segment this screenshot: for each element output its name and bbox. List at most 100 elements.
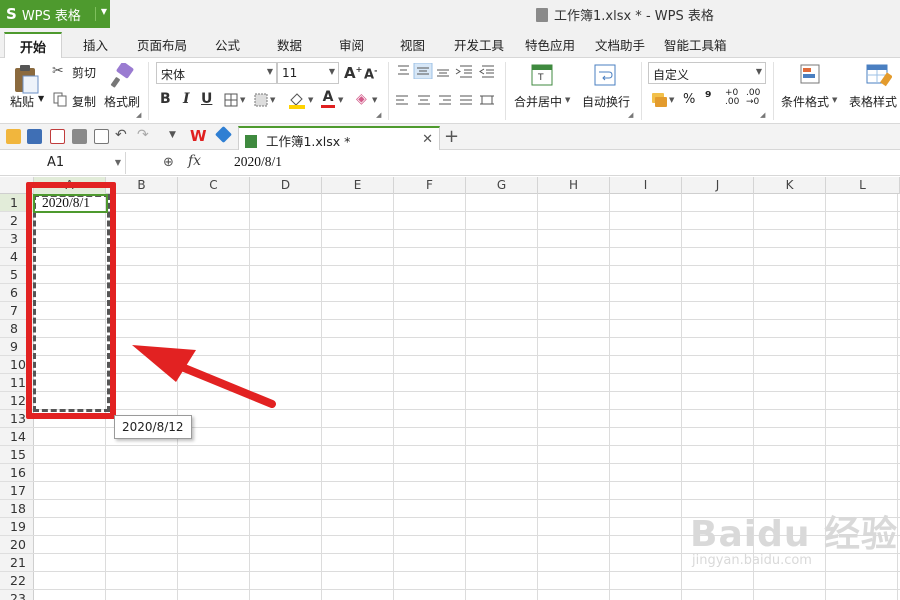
column-header-c[interactable]: C	[178, 177, 250, 194]
paste-label[interactable]: 粘贴	[10, 93, 34, 110]
conditional-format-button[interactable]: 条件格式	[781, 93, 829, 110]
tab-smart-toolbox[interactable]: 智能工具箱	[664, 35, 727, 54]
row-header[interactable]: 21	[0, 554, 34, 572]
column-header-l[interactable]: L	[826, 177, 900, 194]
merge-center-icon[interactable]: T	[531, 64, 553, 86]
conditional-format-icon[interactable]	[799, 63, 823, 87]
dialog-launcher-icon[interactable]: ◢	[628, 111, 633, 119]
row-header[interactable]: 14	[0, 428, 34, 446]
fill-color-icon[interactable]	[288, 91, 306, 109]
new-tab-button[interactable]: +	[444, 126, 459, 147]
format-painter-icon[interactable]	[110, 63, 134, 89]
chevron-down-icon[interactable]: ▼	[372, 96, 377, 104]
row-header[interactable]: 19	[0, 518, 34, 536]
app-menu-button[interactable]: S WPS 表格 ▼	[0, 0, 110, 28]
row-header[interactable]: 20	[0, 536, 34, 554]
column-header-i[interactable]: I	[610, 177, 682, 194]
copy-button[interactable]: 复制	[72, 93, 96, 110]
tab-doc-assistant[interactable]: 文档助手	[595, 35, 645, 54]
copy-icon[interactable]	[53, 92, 67, 107]
increase-font-size-icon[interactable]: A+	[344, 64, 362, 82]
row-header[interactable]: 15	[0, 446, 34, 464]
fill-pattern-icon[interactable]	[254, 93, 268, 107]
export-pdf-icon[interactable]	[50, 129, 65, 144]
row-header[interactable]: 22	[0, 572, 34, 590]
wrap-text-icon[interactable]	[594, 64, 616, 86]
cloud-cube-icon[interactable]	[215, 126, 232, 143]
increase-decimal-icon[interactable]: +0.00	[725, 89, 739, 107]
document-tab[interactable]: 工作簿1.xlsx * ✕	[238, 126, 440, 150]
tab-view[interactable]: 视图	[400, 35, 425, 54]
wps-w-icon[interactable]: W	[190, 127, 207, 145]
format-painter-button[interactable]: 格式刷	[104, 93, 140, 110]
dialog-launcher-icon[interactable]: ◢	[376, 111, 381, 119]
decrease-decimal-icon[interactable]: .00 →0	[746, 89, 760, 107]
paste-icon[interactable]	[12, 64, 40, 94]
italic-button[interactable]: I	[183, 91, 190, 107]
merge-center-button[interactable]: 合并居中	[514, 93, 562, 110]
borders-icon[interactable]	[224, 93, 238, 107]
scissors-icon[interactable]: ✂	[52, 63, 64, 79]
number-format-select[interactable]: 自定义 ▼	[648, 62, 766, 84]
currency-format-icon[interactable]	[650, 92, 668, 108]
font-name-select[interactable]: 宋体 ▼	[156, 62, 277, 84]
tab-home[interactable]: 开始	[4, 32, 62, 59]
undo-icon[interactable]: ↶	[115, 127, 130, 143]
column-header-g[interactable]: G	[466, 177, 538, 194]
cut-button[interactable]: 剪切	[72, 64, 96, 81]
table-style-button[interactable]: 表格样式	[849, 93, 897, 110]
column-header-k[interactable]: K	[754, 177, 826, 194]
column-header-f[interactable]: F	[394, 177, 466, 194]
thousands-separator-button[interactable]: ⁹	[705, 88, 712, 106]
chevron-down-icon[interactable]: ▼	[308, 96, 313, 104]
zoom-icon[interactable]: ⊕	[163, 155, 174, 170]
font-size-select[interactable]: 11 ▼	[277, 62, 339, 84]
chevron-down-icon[interactable]: ▼	[669, 96, 674, 104]
dialog-launcher-icon[interactable]: ◢	[760, 111, 765, 119]
chevron-down-icon[interactable]: ▼	[38, 94, 44, 103]
dialog-launcher-icon[interactable]: ◢	[136, 111, 141, 119]
chevron-down-icon[interactable]: ▼	[169, 130, 184, 145]
save-icon[interactable]	[27, 129, 42, 144]
percent-format-button[interactable]: %	[683, 92, 695, 107]
column-header-h[interactable]: H	[538, 177, 610, 194]
column-header-b[interactable]: B	[106, 177, 178, 194]
clear-format-icon[interactable]: ◈	[356, 91, 367, 107]
chevron-down-icon[interactable]: ▼	[565, 96, 570, 104]
row-header[interactable]: 23	[0, 590, 34, 600]
chevron-down-icon[interactable]: ▼	[240, 96, 245, 104]
table-style-icon[interactable]	[866, 63, 892, 87]
chevron-down-icon[interactable]: ▼	[270, 96, 275, 104]
underline-button[interactable]: U	[201, 91, 212, 107]
open-folder-icon[interactable]	[6, 129, 21, 144]
horizontal-alignment-icons[interactable]	[394, 94, 502, 108]
tab-developer[interactable]: 开发工具	[454, 35, 504, 54]
tab-special-apps[interactable]: 特色应用	[525, 35, 575, 54]
row-header[interactable]: 18	[0, 500, 34, 518]
chevron-down-icon[interactable]: ▼	[338, 96, 343, 104]
tab-review[interactable]: 审阅	[339, 35, 364, 54]
print-icon[interactable]	[72, 129, 87, 144]
wrap-text-button[interactable]: 自动换行	[582, 93, 630, 110]
chevron-down-icon[interactable]: ▼	[95, 7, 107, 21]
tab-data[interactable]: 数据	[277, 35, 302, 54]
row-header[interactable]: 16	[0, 464, 34, 482]
row-header[interactable]: 17	[0, 482, 34, 500]
tab-formulas[interactable]: 公式	[215, 35, 240, 54]
print-preview-icon[interactable]	[94, 129, 109, 144]
tab-insert[interactable]: 插入	[83, 35, 108, 54]
vertical-alignment-icons[interactable]	[394, 63, 502, 79]
formula-input[interactable]: 2020/8/1	[234, 154, 282, 170]
bold-button[interactable]: B	[160, 91, 171, 107]
redo-icon[interactable]: ↷	[137, 127, 152, 143]
chevron-down-icon[interactable]: ▼	[832, 96, 837, 104]
font-color-icon[interactable]: A	[321, 89, 335, 109]
close-icon[interactable]: ✕	[422, 132, 433, 147]
decrease-font-size-icon[interactable]: A-	[364, 66, 377, 82]
insert-function-button[interactable]: fx	[188, 153, 201, 169]
tab-page-layout[interactable]: 页面布局	[137, 35, 187, 54]
column-header-e[interactable]: E	[322, 177, 394, 194]
name-box[interactable]: A1 ▼	[0, 152, 126, 174]
column-header-j[interactable]: J	[682, 177, 754, 194]
column-header-d[interactable]: D	[250, 177, 322, 194]
